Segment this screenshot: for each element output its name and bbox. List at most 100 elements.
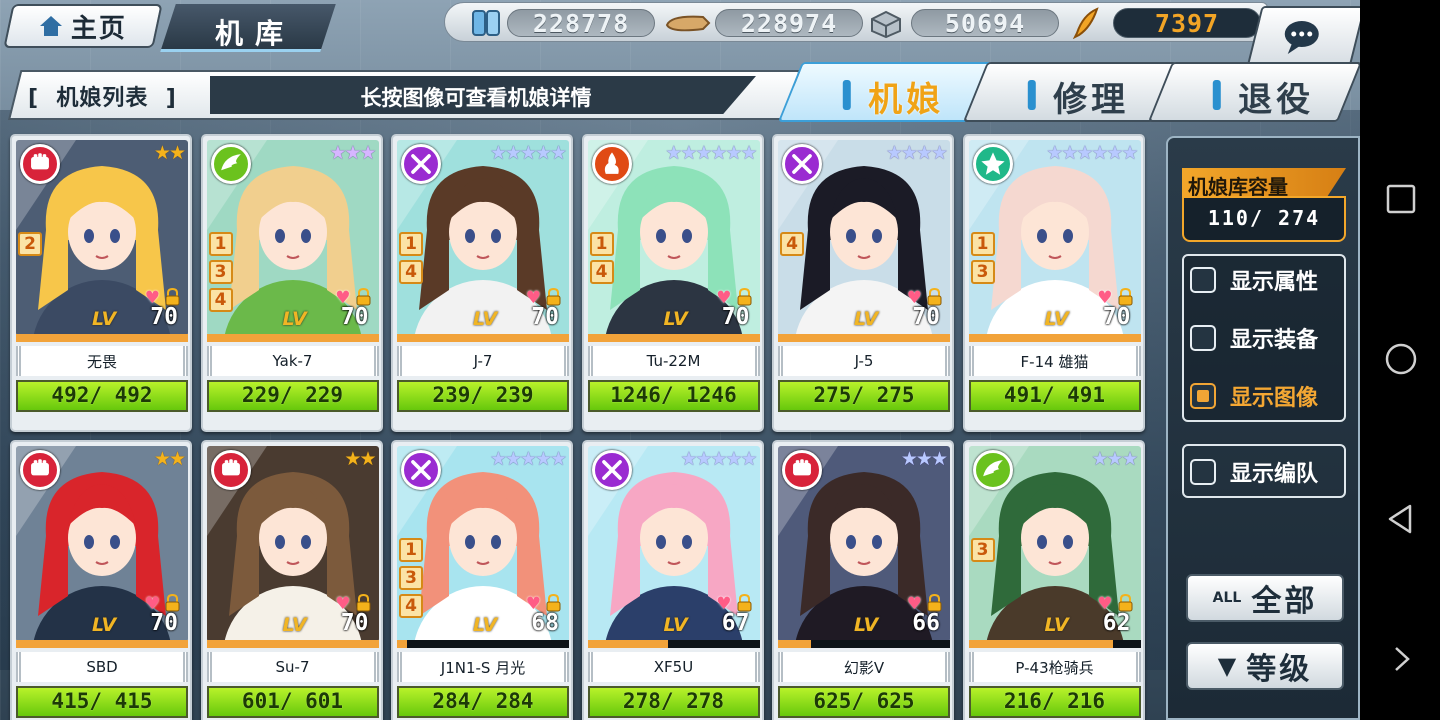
- sort-label: 等级: [1246, 652, 1313, 687]
- aircraft-girl-card[interactable]: ★★★★ 4 ♥ LV 70 J-5 275/ 275: [772, 134, 954, 432]
- hp-bar: 275/ 275: [778, 380, 950, 412]
- hp-bar: 492/ 492: [16, 380, 188, 412]
- skill-slot-badge: 4: [780, 232, 804, 256]
- skill-slot-list: 13: [970, 232, 995, 284]
- recent-apps-icon[interactable]: [1384, 182, 1418, 216]
- hp-value: 492/ 492: [51, 383, 153, 407]
- experience-fill: [206, 640, 379, 648]
- skill-slot-list: 2: [18, 232, 42, 256]
- skill-slot-list: 4: [780, 232, 804, 256]
- rarity-stars: ★★: [153, 142, 186, 164]
- fist-type-icon: [20, 144, 60, 184]
- aircraft-girl-card[interactable]: ★★★★★ ♥ LV 67 XF5U 278/ 278: [581, 440, 764, 720]
- show-attributes-checkbox[interactable]: 显示属性: [1190, 260, 1340, 300]
- fuel-icon: [472, 10, 500, 36]
- experience-fill: [16, 640, 188, 648]
- aircraft-girl-card[interactable]: ★★ 2 ♥ LV 70 无畏 492/ 492: [10, 134, 192, 432]
- filter-all-small-label: ALL: [1212, 590, 1242, 606]
- aircraft-girl-card[interactable]: ★★ ♥ LV 70 Su-7 601/ 601: [200, 440, 383, 720]
- hp-value: 284/ 284: [432, 689, 534, 713]
- hp-bar: 601/ 601: [206, 686, 379, 718]
- aircraft-girl-card[interactable]: ★★★★★ 14 ♥ LV 70 J-7 239/ 239: [391, 134, 573, 432]
- skill-slot-list: 14: [589, 232, 614, 284]
- level-value: 62: [1102, 610, 1131, 636]
- skill-slot-badge: 1: [399, 232, 423, 256]
- fuel-value: 228778: [507, 9, 655, 38]
- tab-retire[interactable]: 退役: [1147, 62, 1360, 122]
- list-label: [ 机娘列表 ]: [28, 86, 177, 111]
- rarity-stars: ★★★★: [885, 142, 948, 164]
- chat-button[interactable]: [1246, 6, 1360, 68]
- show-image-checkbox[interactable]: 显示图像: [1190, 376, 1340, 416]
- level-value: 70: [912, 304, 940, 330]
- aircraft-girl-card[interactable]: ★★ ♥ LV 70 SBD 415/ 415: [10, 440, 192, 720]
- aircraft-girl-card[interactable]: ★★★★★★ 13 ♥ LV 70 F-14 雄猫 491/ 491: [962, 134, 1145, 432]
- rarity-stars: ★★: [344, 448, 376, 470]
- aircraft-girl-card[interactable]: ★★★ ♥ LV 66 幻影V 625/ 625: [772, 440, 954, 720]
- tab-label: 机娘: [868, 80, 945, 120]
- aircraft-girl-card[interactable]: ★★★ 134 ♥ LV 70 Yak-7 229/ 229: [200, 134, 383, 432]
- checkbox-box: [1190, 267, 1216, 293]
- experience-bar: [587, 334, 760, 342]
- home-circle-icon[interactable]: [1384, 342, 1418, 376]
- character-name: SBD: [16, 652, 188, 682]
- sort-level-button[interactable]: ▼ 等级: [1186, 642, 1344, 690]
- hp-value: 239/ 239: [432, 383, 534, 407]
- aircraft-girl-card[interactable]: ★★★★★★ 14 ♥ LV 70 Tu-22M 1246/ 1246: [581, 134, 764, 432]
- character-name: Tu-22M: [587, 346, 760, 376]
- character-name: J-7: [397, 346, 569, 376]
- level-value: 70: [531, 304, 559, 330]
- filter-all-button[interactable]: ALL 全部: [1186, 574, 1344, 622]
- level-tag: LV: [854, 308, 879, 330]
- hint-text: 长按图像可查看机娘详情: [360, 86, 592, 110]
- aircraft-girl-grid: ★★ 2 ♥ LV 70 无畏 492/ 492 ★★★ 1 3 4 ♥ LV …: [10, 134, 1150, 720]
- page-title: 机库: [215, 17, 296, 50]
- hp-bar: 491/ 491: [968, 380, 1141, 412]
- flame-type-icon: [591, 144, 632, 184]
- rarity-stars: ★★★★★★: [665, 142, 757, 164]
- checkbox-box: [1190, 383, 1216, 409]
- skill-slot-badge: 1: [399, 538, 423, 562]
- android-nav-bar: [1360, 0, 1440, 720]
- tab-aircraft-girls[interactable]: 机娘: [777, 62, 993, 122]
- home-button[interactable]: 主页: [3, 4, 163, 48]
- skill-slot-badge: 3: [970, 260, 995, 284]
- gold-value: 7397: [1113, 8, 1261, 38]
- level-tag: LV: [1044, 308, 1069, 330]
- game-screen: 主页 机库 228778 228974 50694 7397 [ 机娘列表] …: [0, 0, 1360, 720]
- skill-slot-list: 3: [970, 538, 995, 562]
- skill-slot-badge: 1: [208, 232, 233, 256]
- rarity-stars: ★★★★★★: [1046, 142, 1138, 164]
- level-value: 70: [721, 304, 750, 330]
- aircraft-girl-card[interactable]: ★★★★★ 134 ♥ LV 68 J1N1-S 月光 284/ 284: [391, 440, 573, 720]
- character-name: 无畏: [16, 346, 188, 376]
- capacity-value: 110/ 274: [1207, 206, 1321, 230]
- home-label: 主页: [70, 13, 127, 44]
- tab-repair[interactable]: 修理: [962, 62, 1178, 122]
- cross-type-icon: [401, 450, 441, 490]
- chevron-right-icon[interactable]: [1384, 642, 1418, 676]
- back-icon[interactable]: [1384, 502, 1418, 536]
- skill-slot-badge: 4: [208, 288, 233, 312]
- steel-icon: [871, 10, 901, 39]
- level-tag: LV: [282, 308, 307, 330]
- aircraft-girl-card[interactable]: ★★★ 3 ♥ LV 62 P-43枪骑兵 216/ 216: [962, 440, 1145, 720]
- show-equipment-checkbox[interactable]: 显示装备: [1190, 318, 1340, 358]
- skill-slot-list: 1 3 4: [208, 232, 233, 312]
- show-team-checkbox[interactable]: 显示编队: [1190, 452, 1340, 492]
- rarity-stars: ★★★: [900, 448, 948, 470]
- character-name: P-43枪骑兵: [968, 652, 1141, 682]
- gold-feather-icon: [1072, 7, 1099, 39]
- hp-bar: 415/ 415: [16, 686, 188, 718]
- level-value: 70: [150, 610, 178, 636]
- skill-slot-badge: 3: [970, 538, 995, 562]
- hp-value: 216/ 216: [1003, 689, 1106, 713]
- fist-type-icon: [20, 450, 60, 490]
- star-type-icon: [972, 144, 1013, 184]
- ammo-value: 228974: [715, 9, 863, 38]
- ammo-icon: [665, 15, 711, 32]
- hp-bar: 239/ 239: [397, 380, 569, 412]
- skill-slot-badge: 4: [589, 260, 614, 284]
- hp-bar: 1246/ 1246: [587, 380, 760, 412]
- hp-value: 415/ 415: [51, 689, 153, 713]
